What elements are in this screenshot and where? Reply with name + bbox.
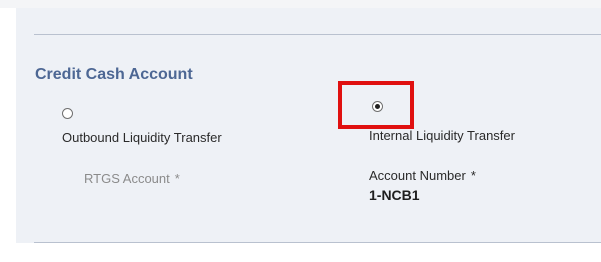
bottom-divider xyxy=(34,242,601,243)
section-title: Credit Cash Account xyxy=(35,66,193,83)
outbound-liquidity-transfer-radio[interactable] xyxy=(62,108,73,119)
required-marker: * xyxy=(470,168,476,183)
form-panel xyxy=(16,8,601,243)
account-number-label: Account Number * xyxy=(369,168,476,183)
account-number-label-text: Account Number xyxy=(369,168,466,183)
top-band xyxy=(0,0,601,8)
top-divider xyxy=(34,34,601,35)
outbound-liquidity-transfer-label[interactable]: Outbound Liquidity Transfer xyxy=(62,130,222,145)
rtgs-account-label: RTGS Account * xyxy=(84,171,180,186)
radio-selected-dot xyxy=(375,104,380,109)
internal-liquidity-transfer-label[interactable]: Internal Liquidity Transfer xyxy=(369,128,515,143)
credit-cash-account-page: Credit Cash Account Outbound Liquidity T… xyxy=(0,0,601,262)
rtgs-account-label-text: RTGS Account xyxy=(84,171,170,186)
required-marker: * xyxy=(174,171,180,186)
internal-liquidity-transfer-radio[interactable] xyxy=(372,101,383,112)
account-number-value: 1-NCB1 xyxy=(369,187,420,203)
